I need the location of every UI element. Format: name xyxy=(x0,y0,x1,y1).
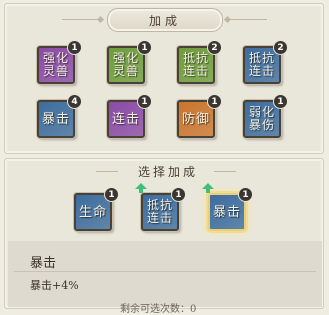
owned-bonus-tile-label: 抵抗 连击 xyxy=(182,51,209,78)
owned-bonus-count-badge: 1 xyxy=(273,94,288,109)
owned-bonus-tile-label: 强化 灵兽 xyxy=(112,51,139,78)
bonus-detail-box xyxy=(8,241,322,307)
owned-bonus-count-badge: 2 xyxy=(273,40,288,55)
owned-bonus-count-badge: 2 xyxy=(207,40,222,55)
upgrade-arrow-icon xyxy=(202,183,214,193)
select-option-count-badge: 1 xyxy=(104,187,119,202)
select-deco-left xyxy=(96,171,118,172)
select-deco-right xyxy=(214,171,236,172)
upgrade-arrow-icon xyxy=(135,183,147,193)
bonus-detail-name: 暴击 xyxy=(30,256,57,271)
owned-bonus-tile-label: 强化 灵兽 xyxy=(42,51,69,78)
select-option-count-badge: 1 xyxy=(171,187,186,202)
owned-bonus-count-badge: 4 xyxy=(67,94,82,109)
owned-bonus-tile-label: 防御 xyxy=(181,111,210,127)
bonus-detail-effect: 暴击+4% xyxy=(30,279,79,292)
owned-bonus-count-badge: 1 xyxy=(137,94,152,109)
remaining-selections: 剩余可选次数：0 xyxy=(120,304,197,315)
owned-bonus-tile-label: 连击 xyxy=(111,111,140,127)
owned-bonus-count-badge: 1 xyxy=(207,94,222,109)
detail-divider xyxy=(14,271,316,272)
select-option-tile-label: 生命 xyxy=(78,204,107,220)
header-deco-right xyxy=(227,19,267,20)
select-option-count-badge: 1 xyxy=(238,187,253,202)
select-option-tile-label: 暴击 xyxy=(212,204,241,220)
owned-bonus-tile-label: 暴击 xyxy=(41,111,70,127)
header-title: 加成 xyxy=(107,8,223,32)
select-option-tile-label: 抵抗 连击 xyxy=(146,198,173,225)
owned-bonus-count-badge: 1 xyxy=(67,40,82,55)
owned-bonus-count-badge: 1 xyxy=(137,40,152,55)
select-title: 选择加成 xyxy=(137,165,198,179)
owned-bonus-tile-label: 弱化 暴伤 xyxy=(248,105,275,132)
owned-bonus-tile-label: 抵抗 连击 xyxy=(248,51,275,78)
